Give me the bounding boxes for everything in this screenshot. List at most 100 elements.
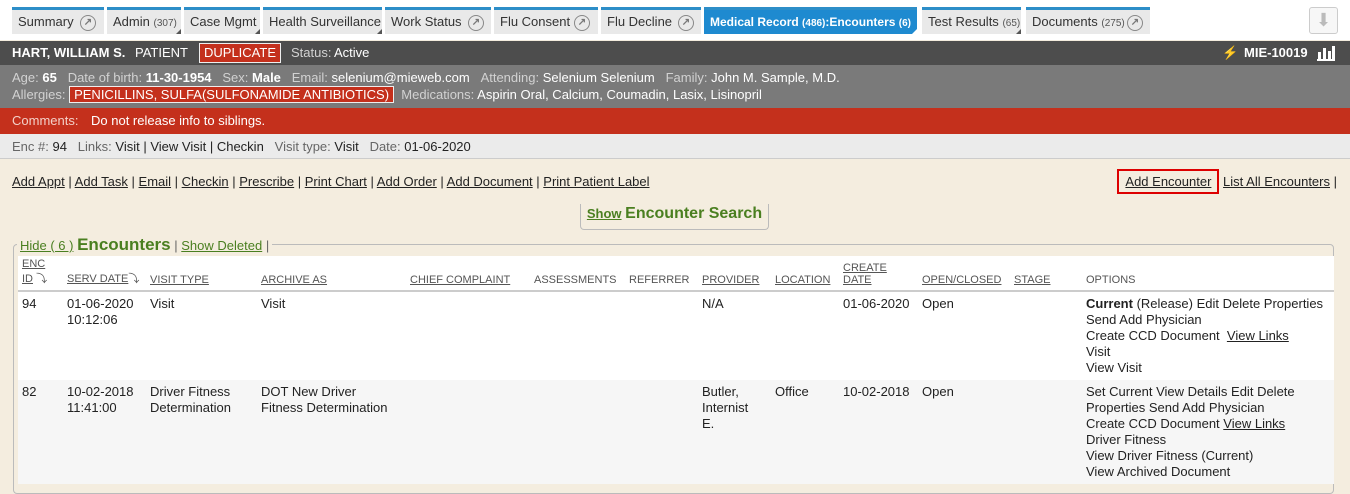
lightning-icon[interactable]: ⚡: [1222, 41, 1238, 65]
table-row[interactable]: 94 01-06-2020 10:12:06 Visit Visit N/A 01…: [18, 290, 1334, 380]
tab-count: (486): [802, 18, 826, 29]
col-stage[interactable]: STAGE: [1010, 256, 1082, 291]
tab-bar: Summary ↗ Admin (307) Case Mgmt Health Su…: [0, 0, 1350, 40]
delete-option[interactable]: Delete: [1223, 296, 1261, 311]
properties-option[interactable]: Properties: [1086, 400, 1145, 415]
encounters-legend: Hide ( 6 ) Encounters | Show Deleted |: [17, 235, 273, 255]
send-option[interactable]: Send: [1149, 400, 1179, 415]
tab-flu-decline[interactable]: Flu Decline ↗: [601, 7, 701, 34]
add-encounter-link[interactable]: Add Encounter: [1125, 174, 1211, 189]
tab-work-status[interactable]: Work Status ↗: [385, 7, 491, 34]
table-row[interactable]: 82 10-02-2018 11:41:00 Driver Fitness Dete…: [18, 380, 1334, 484]
view-details-option[interactable]: View Details: [1156, 384, 1227, 399]
visit-link[interactable]: Visit: [115, 139, 139, 154]
attending-value: Selenium Selenium: [542, 70, 655, 85]
edit-option[interactable]: Edit: [1231, 384, 1253, 399]
age-label: Age:: [12, 70, 39, 85]
view-visit-option[interactable]: View Visit: [1086, 360, 1142, 375]
col-visit-type[interactable]: VISIT TYPE: [146, 256, 257, 291]
age-value: 65: [42, 70, 57, 85]
list-all-encounters-link[interactable]: List All Encounters: [1223, 174, 1330, 189]
prescribe-link[interactable]: Prescribe: [239, 174, 294, 189]
tab-admin[interactable]: Admin (307): [107, 7, 181, 34]
referrer-cell: [625, 380, 698, 484]
comments-bar: Comments: Do not release info to sibling…: [0, 108, 1350, 134]
stage-cell: [1010, 380, 1082, 484]
tab-test-results[interactable]: Test Results (65): [922, 7, 1021, 34]
date-label: Date:: [369, 139, 401, 154]
view-links-link[interactable]: View Links: [1227, 328, 1289, 343]
view-driver-fitness-option[interactable]: View Driver Fitness (Current): [1086, 448, 1253, 463]
view-links-link[interactable]: View Links: [1223, 416, 1285, 431]
referrer-cell: [625, 290, 698, 380]
delete-option[interactable]: Delete: [1257, 384, 1295, 399]
links-label: Links:: [77, 139, 112, 154]
checkin-link[interactable]: Checkin: [182, 174, 229, 189]
tab-summary[interactable]: Summary ↗: [12, 7, 104, 34]
open-icon[interactable]: ↗: [574, 15, 590, 31]
tab-health-surveillance[interactable]: Health Surveillance: [263, 7, 382, 34]
open-icon[interactable]: ↗: [468, 15, 484, 31]
tab-case-mgmt[interactable]: Case Mgmt: [184, 7, 260, 34]
create-ccd-option[interactable]: Create CCD Document: [1086, 328, 1220, 343]
email-link[interactable]: Email: [139, 174, 172, 189]
add-task-link[interactable]: Add Task: [75, 174, 128, 189]
family-value: John M. Sample, M.D.: [711, 70, 840, 85]
tab-flu-consent[interactable]: Flu Consent ↗: [494, 7, 598, 34]
col-archive-as[interactable]: ARCHIVE AS: [257, 256, 406, 291]
properties-option[interactable]: Properties: [1264, 296, 1323, 311]
tab-label: Work Status: [391, 14, 462, 29]
tab-medical-record[interactable]: Medical Record (486):Encounters (6): [704, 7, 917, 34]
add-physician-option[interactable]: Add Physician: [1119, 312, 1201, 327]
archive-as-cell: Visit: [257, 290, 406, 380]
col-provider[interactable]: PROVIDER: [698, 256, 771, 291]
current-label: Current: [1086, 296, 1133, 311]
col-open-closed[interactable]: OPEN/CLOSED: [918, 256, 1010, 291]
visit-option[interactable]: Visit: [1086, 344, 1110, 359]
download-arrow-icon[interactable]: ⬇: [1309, 7, 1338, 34]
show-search-link[interactable]: Show: [587, 206, 622, 221]
send-option[interactable]: Send: [1086, 312, 1116, 327]
dob-label: Date of birth:: [67, 70, 143, 85]
col-referrer: REFERRER: [625, 256, 698, 291]
status-label: Status:: [291, 45, 332, 60]
release-option[interactable]: (Release): [1137, 296, 1193, 311]
show-deleted-link[interactable]: Show Deleted: [181, 238, 262, 253]
open-icon[interactable]: ↗: [1127, 15, 1143, 31]
add-document-link[interactable]: Add Document: [447, 174, 533, 189]
visit-type-label: Visit type:: [274, 139, 331, 154]
col-location[interactable]: LOCATION: [771, 256, 839, 291]
col-chief-complaint[interactable]: CHIEF COMPLAINT: [406, 256, 530, 291]
print-chart-link[interactable]: Print Chart: [305, 174, 367, 189]
sex-label: Sex:: [222, 70, 249, 85]
family-label: Family:: [665, 70, 708, 85]
edit-option[interactable]: Edit: [1197, 296, 1219, 311]
tab-documents[interactable]: Documents (275) ↗: [1026, 7, 1150, 34]
visit-type-cell: Driver Fitness Determination: [146, 380, 257, 484]
add-physician-option[interactable]: Add Physician: [1182, 400, 1264, 415]
sort-icon[interactable]: ⤵: [36, 273, 47, 285]
hide-link[interactable]: Hide ( 6 ): [20, 238, 73, 253]
add-order-link[interactable]: Add Order: [377, 174, 437, 189]
create-ccd-option[interactable]: Create CCD Document: [1086, 416, 1220, 431]
view-visit-link[interactable]: View Visit: [150, 139, 206, 154]
col-serv-date[interactable]: SERV DATE⤵: [63, 256, 146, 291]
sort-icon[interactable]: ⤵: [128, 273, 139, 285]
status-cell: Open: [918, 380, 1010, 484]
tab-suffix-count: (6): [898, 18, 911, 29]
open-icon[interactable]: ↗: [678, 15, 694, 31]
col-enc-id[interactable]: ENC ID ⤵: [18, 256, 63, 291]
driver-fitness-option[interactable]: Driver Fitness: [1086, 432, 1166, 447]
attending-label: Attending:: [480, 70, 540, 85]
provider-cell: Butler, Internist E.: [698, 380, 771, 484]
patient-details: Age: 65 Date of birth: 11-30-1954 Sex: M…: [0, 65, 1350, 108]
open-icon[interactable]: ↗: [80, 15, 96, 31]
dropdown-corner-icon: [377, 29, 382, 34]
print-patient-label-link[interactable]: Print Patient Label: [543, 174, 649, 189]
add-appt-link[interactable]: Add Appt: [12, 174, 65, 189]
set-current-option[interactable]: Set Current: [1086, 384, 1152, 399]
col-create-date[interactable]: CREATE DATE: [839, 256, 918, 291]
status-value: Active: [334, 45, 370, 60]
checkin-link[interactable]: Checkin: [217, 139, 264, 154]
view-archived-option[interactable]: View Archived Document: [1086, 464, 1230, 479]
